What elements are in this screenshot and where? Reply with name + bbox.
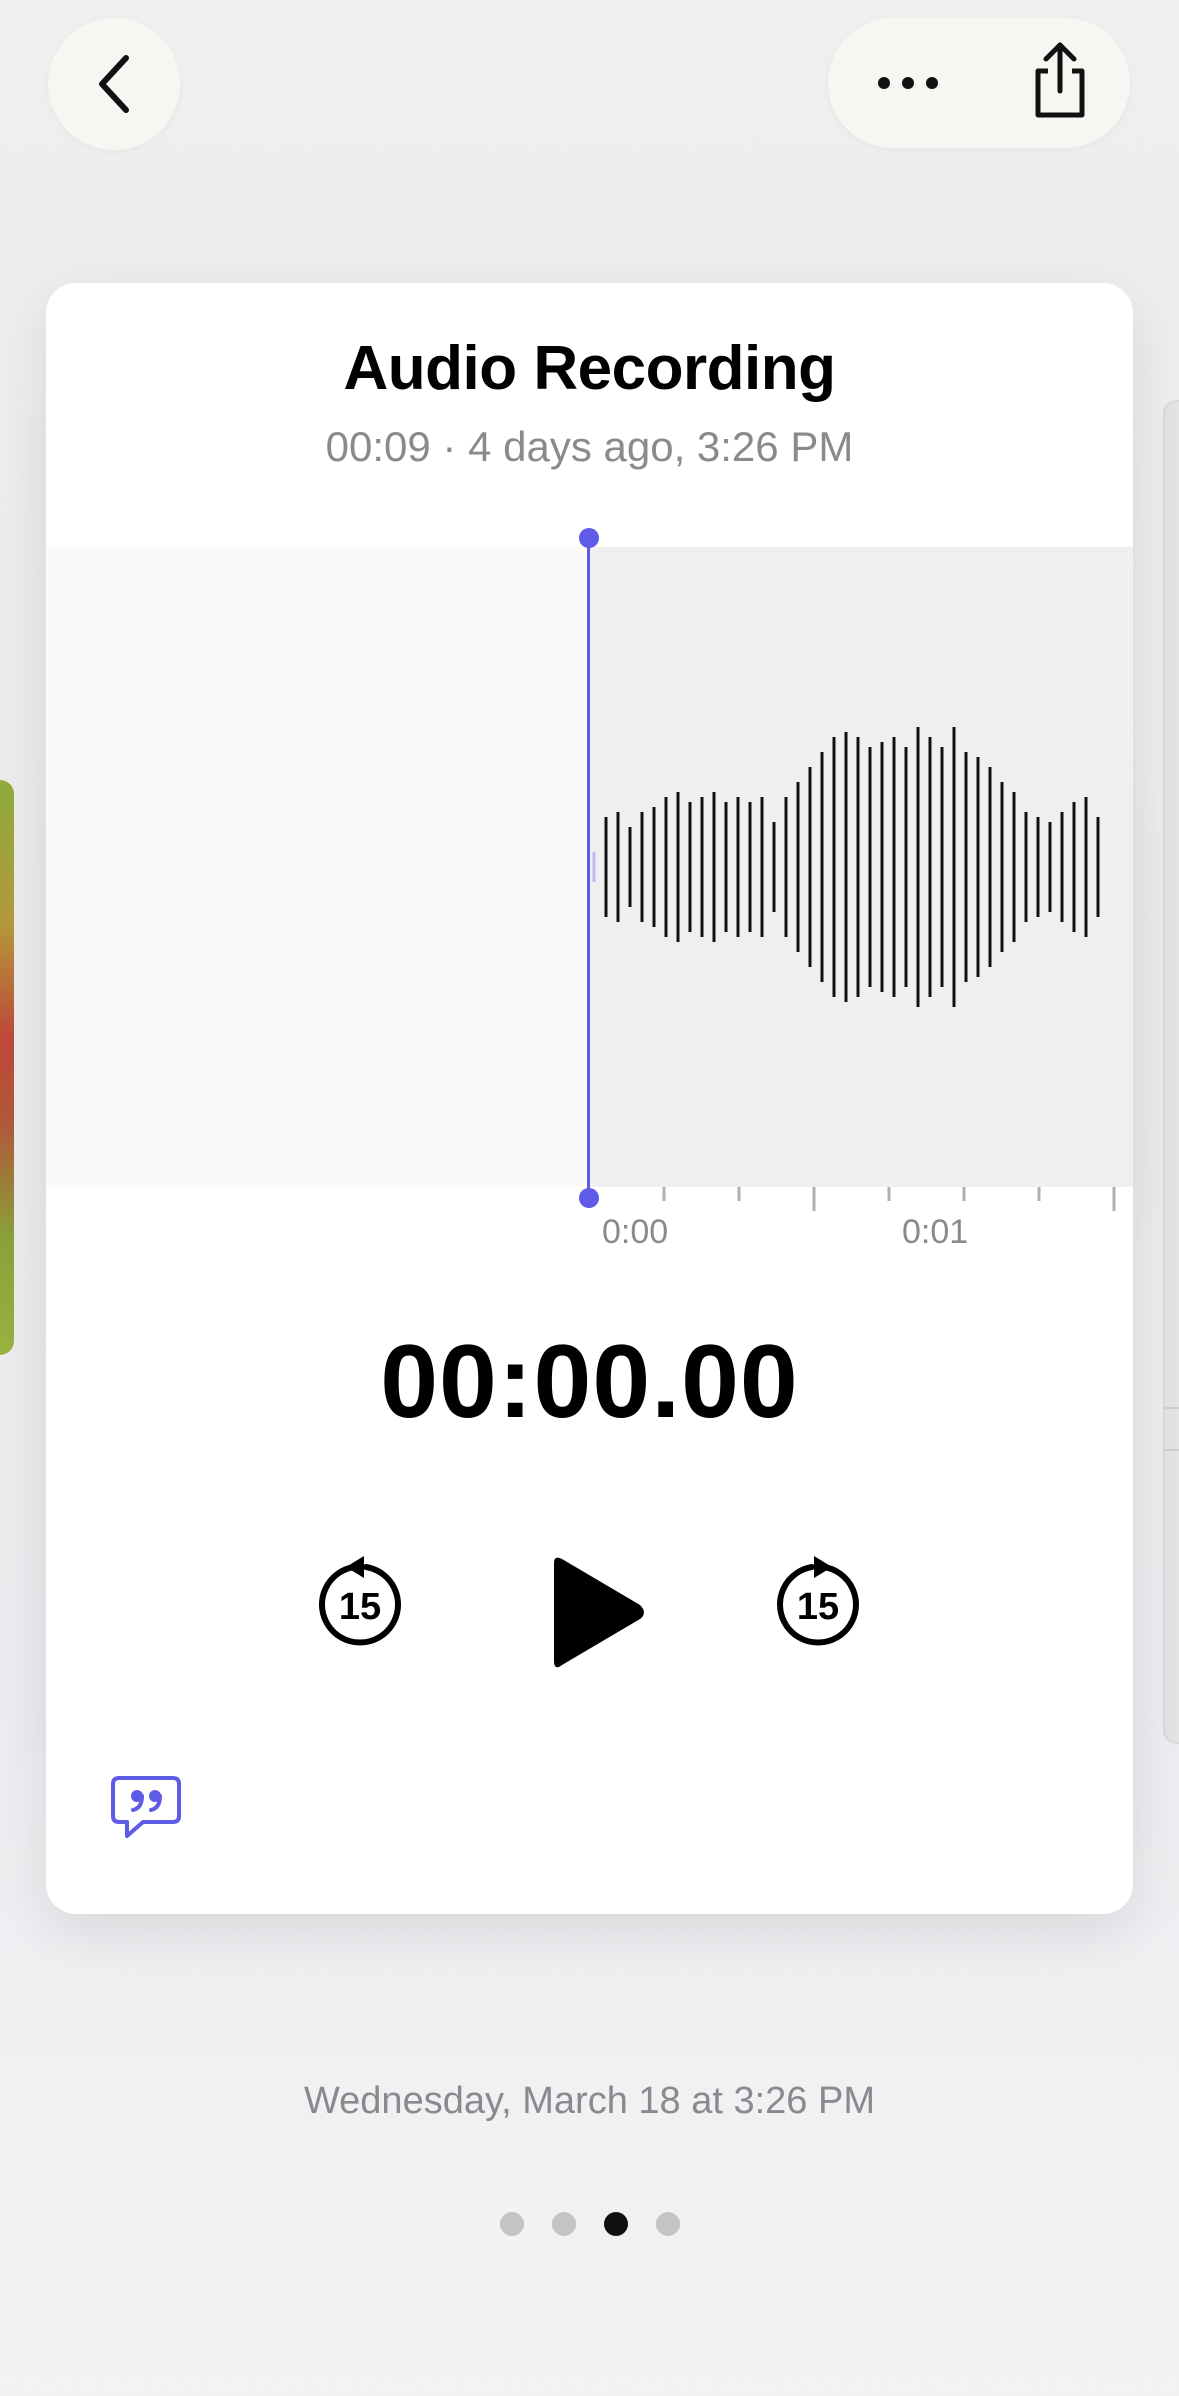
recording-date: Wednesday, March 18 at 3:26 PM: [303, 2080, 875, 2122]
recording-subtitle: 00:09 · 4 days ago, 3:26 PM: [325, 423, 854, 470]
page-dot[interactable]: [551, 2212, 576, 2236]
current-time-display: 00:00.00: [380, 1324, 799, 1440]
next-card-peek[interactable]: [1163, 400, 1179, 1744]
top-actions-group: [828, 18, 1130, 148]
page-dot[interactable]: [499, 2212, 524, 2236]
skip-back-15-button[interactable]: 15: [310, 1553, 410, 1653]
share-button[interactable]: [1020, 36, 1100, 126]
playhead[interactable]: [587, 537, 590, 1197]
share-icon: [1035, 42, 1085, 118]
skip-back-label: 15: [339, 1586, 381, 1628]
back-button[interactable]: [48, 18, 180, 150]
play-icon: [554, 1557, 644, 1668]
transcript-quote-icon: [111, 1776, 181, 1838]
chevron-left-icon: [99, 55, 129, 113]
play-button[interactable]: [530, 1548, 660, 1678]
skip-forward-15-icon: 15: [777, 1556, 859, 1646]
page-dot-active[interactable]: [603, 2212, 628, 2236]
skip-forward-15-button[interactable]: 15: [768, 1553, 868, 1653]
more-button[interactable]: [868, 43, 948, 123]
ellipsis-icon: [878, 77, 938, 89]
transcript-button[interactable]: [106, 1768, 186, 1848]
page-dot[interactable]: [655, 2212, 680, 2236]
recording-card: Audio Recording 00:09 · 4 days ago, 3:26…: [46, 283, 1133, 1914]
skip-back-15-icon: 15: [319, 1556, 401, 1646]
recording-title[interactable]: Audio Recording: [46, 333, 1133, 404]
timeline-tick-label: 0:01: [902, 1213, 969, 1251]
playhead-bottom-handle[interactable]: [579, 1188, 599, 1208]
skip-forward-label: 15: [797, 1586, 839, 1628]
timeline-tick-label: 0:00: [602, 1213, 669, 1251]
playhead-top-handle[interactable]: [579, 528, 599, 548]
page-indicator[interactable]: [0, 2212, 1179, 2236]
previous-card-peek[interactable]: [0, 780, 14, 1355]
